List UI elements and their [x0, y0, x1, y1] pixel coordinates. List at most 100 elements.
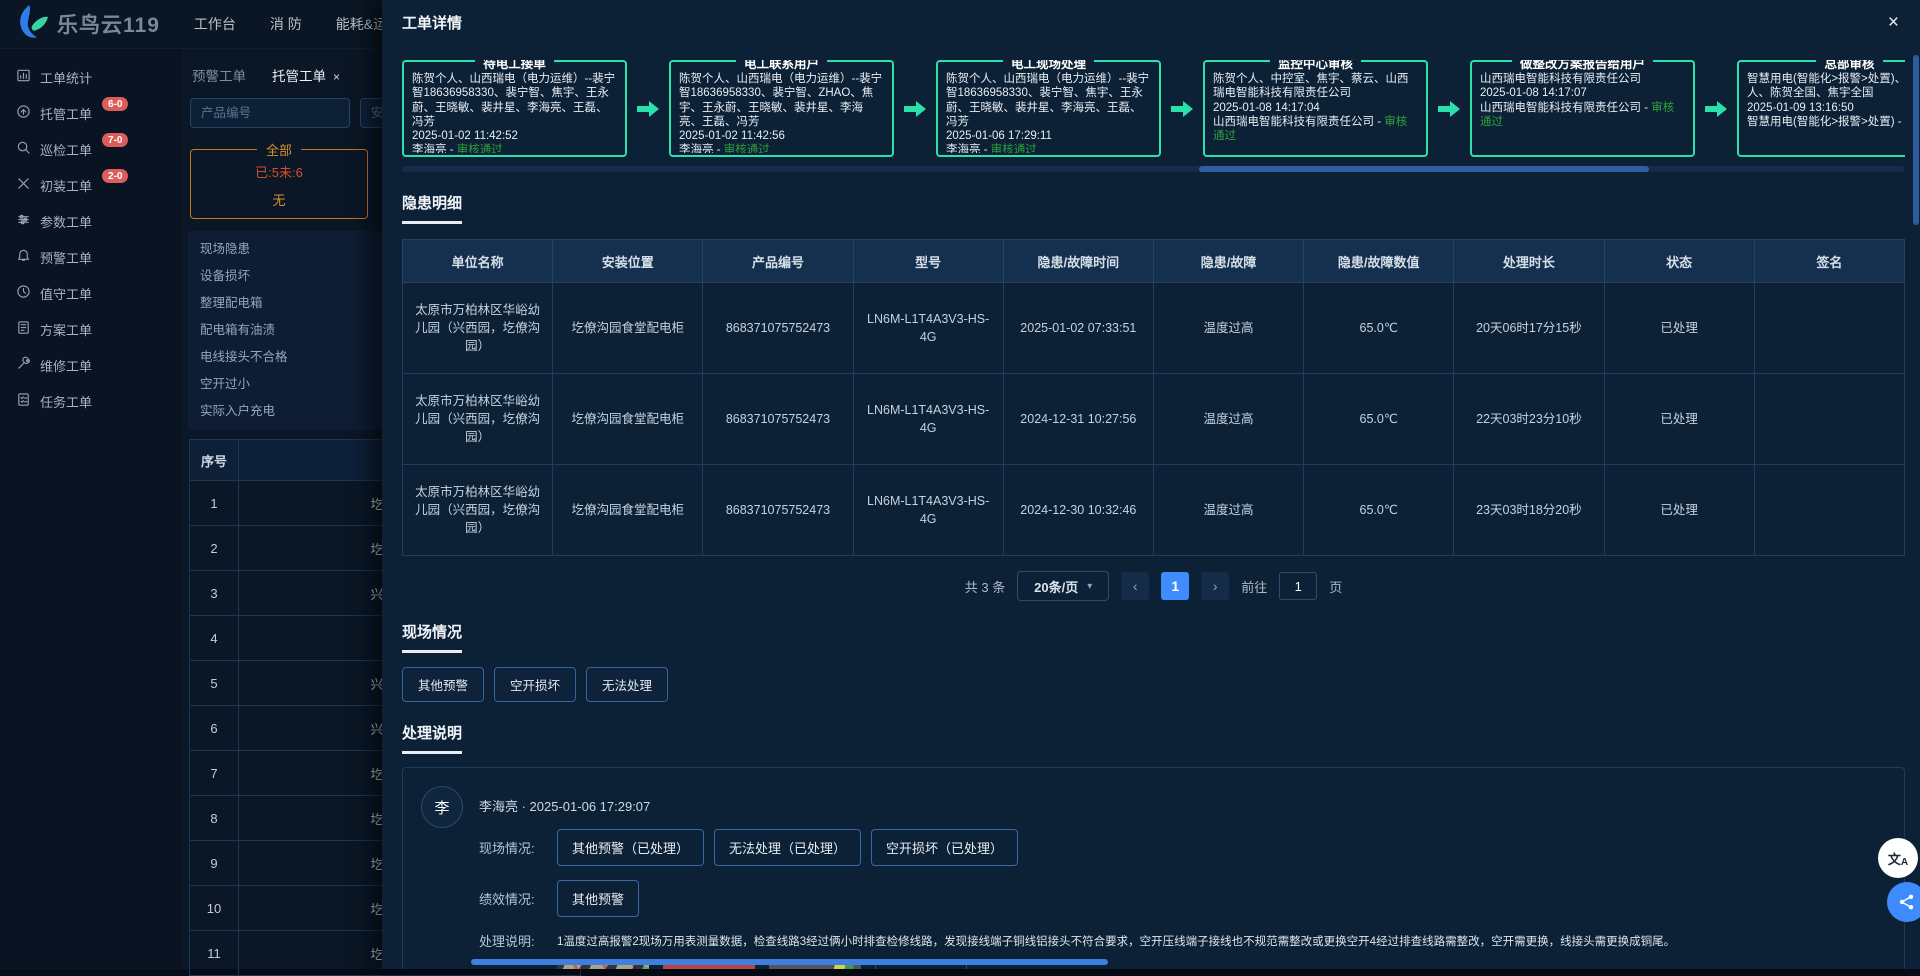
hazard-cell: 已处理 — [1604, 374, 1754, 465]
site-condition-chip[interactable]: 无法处理 — [586, 667, 668, 702]
workflow-step-review: 李海亮 - 审核通过 — [946, 143, 1151, 153]
group-cell: 9 — [190, 841, 239, 886]
workflow-scrollbar-thumb[interactable] — [1199, 166, 1650, 172]
tab-close-icon[interactable]: × — [333, 70, 340, 84]
workflow-step-review: 山西瑞电智能科技有限责任公司 - 审核通过 — [1213, 115, 1418, 144]
process-comment-card: 李 李海亮 · 2025-01-06 17:29:07 现场情况: 其他预警（已… — [402, 767, 1905, 969]
filter-counts: 已:5未:6 — [191, 162, 367, 181]
stats-icon — [16, 68, 31, 86]
sidebar-item-patrol[interactable]: 巡检工单7-0 — [0, 131, 182, 167]
sidebar-item-repair[interactable]: 维修工单 — [0, 347, 182, 383]
workflow-step-review: 山西瑞电智能科技有限责任公司 - 审核通过 — [1480, 101, 1685, 130]
sidebar-item-stats[interactable]: 工单统计 — [0, 59, 182, 95]
next-page-button[interactable]: › — [1201, 572, 1229, 600]
filter-box[interactable]: 全部 已:5未:6 无 — [190, 140, 368, 219]
arrow-right-icon — [1695, 60, 1737, 157]
sidebar-item-hosted[interactable]: 托管工单6-0 — [0, 95, 182, 131]
translate-icon: 文 — [1888, 849, 1901, 868]
hazard-cell — [1754, 465, 1904, 556]
sidebar-item-params[interactable]: 参数工单 — [0, 203, 182, 239]
workflow-step-title: 做整改方案报告给用户 — [1472, 60, 1693, 73]
hazard-cell: 23天03时18分20秒 — [1454, 465, 1604, 556]
hazard-column-header: 隐患/故障 — [1153, 240, 1303, 283]
current-page-button[interactable]: 1 — [1161, 572, 1189, 600]
sidebar-item-plan[interactable]: 方案工单 — [0, 311, 182, 347]
tab-预警工单[interactable]: 预警工单 — [192, 65, 246, 85]
workflow-step-body: 山西瑞电智能科技有限责任公司2025-01-08 14:17:07山西瑞电智能科… — [1480, 72, 1685, 153]
workflow-step-card: 监控中心审核陈贺个人、中控室、焦宇、蔡云、山西瑞电智能科技有限责任公司2025-… — [1203, 60, 1428, 157]
hazard-cell: 太原市万柏林区华峪幼儿园（兴西园，圪僚沟园） — [403, 283, 553, 374]
prev-page-button[interactable]: ‹ — [1121, 572, 1149, 600]
hazard-cell: 65.0℃ — [1304, 283, 1454, 374]
sidebar-item-task[interactable]: 任务工单 — [0, 383, 182, 419]
site-condition-chip[interactable]: 其他预警 — [402, 667, 484, 702]
sidebar-item-label: 维修工单 — [40, 356, 92, 375]
section-title-site: 现场情况 — [402, 621, 462, 653]
workflow-step-time: 2025-01-08 14:17:04 — [1213, 101, 1418, 115]
avatar: 李 — [421, 786, 463, 828]
product-code-input[interactable] — [190, 98, 350, 128]
section-title-process: 处理说明 — [402, 722, 462, 754]
repair-icon — [16, 356, 31, 374]
hazard-cell: 20天06时17分15秒 — [1454, 283, 1604, 374]
hazard-column-header: 安装位置 — [553, 240, 703, 283]
hazard-cell: 太原市万柏林区华峪幼儿园（兴西园，圪僚沟园） — [403, 374, 553, 465]
hazard-cell: LN6M-L1T4A3V3-HS-4G — [853, 283, 1003, 374]
workflow-step-body: 智慧用电(智能化>报警>处置)、陈贺个人、陈贺全国、焦宇全国2025-01-09… — [1747, 72, 1905, 153]
performance-label: 绩效情况: — [479, 889, 547, 908]
drawer-header: 工单详情 × — [402, 0, 1905, 44]
workflow-step-body: 陈贺个人、中控室、焦宇、蔡云、山西瑞电智能科技有限责任公司2025-01-08 … — [1213, 72, 1418, 153]
sidebar-item-label: 方案工单 — [40, 320, 92, 339]
process-note-label: 处理说明: — [479, 931, 547, 950]
sidebar-item-duty[interactable]: 值守工单 — [0, 275, 182, 311]
hazard-cell — [1754, 283, 1904, 374]
app-logo[interactable]: 乐鸟云119 — [14, 2, 160, 47]
goto-page-input[interactable] — [1279, 572, 1317, 600]
close-icon[interactable]: × — [1888, 13, 1899, 32]
comment-body: 李海亮 · 2025-01-06 17:29:07 现场情况: 其他预警（已处理… — [479, 786, 1886, 969]
table-row: 太原市万柏林区华峪幼儿园（兴西园，圪僚沟园）圪僚沟园食堂配电柜868371075… — [403, 283, 1905, 374]
workflow-step-title: 电工现场处理 — [938, 60, 1159, 73]
workflow-scrollbar-track — [402, 166, 1905, 172]
group-cell: 4 — [190, 616, 239, 661]
sidebar-item-alert[interactable]: 预警工单 — [0, 239, 182, 275]
group-column-header: 序号 — [190, 440, 239, 481]
hazard-column-header: 处理时长 — [1454, 240, 1604, 283]
site-condition-chip[interactable]: 空开损坏 — [494, 667, 576, 702]
arrow-right-icon — [1161, 60, 1203, 157]
arrow-right-icon — [627, 60, 669, 157]
hazard-cell: 2025-01-02 07:33:51 — [1003, 283, 1153, 374]
arrow-right-icon — [1428, 60, 1470, 157]
hazard-column-header: 签名 — [1754, 240, 1904, 283]
review-status: 审核通过 — [724, 144, 770, 153]
workflow-step-people: 陈贺个人、山西瑞电（电力运维）--裴宁智18636958330、裴宁智、焦宇、王… — [946, 72, 1151, 129]
sidebar-item-label: 预警工单 — [40, 248, 92, 267]
nav-item[interactable]: 消 防 — [270, 14, 302, 34]
comment-site-tag: 空开损坏（已处理） — [871, 829, 1018, 866]
workflow-step-title: 监控中心审核 — [1205, 60, 1426, 73]
workflow-step-title: 电工联系用户 — [671, 60, 892, 73]
drawer-vertical-scrollbar[interactable] — [1913, 55, 1919, 225]
group-cell: 2 — [190, 526, 239, 571]
duty-icon — [16, 284, 31, 302]
sidebar-item-label: 工单统计 — [40, 68, 92, 87]
pagination: 共 3 条 20条/页 ▾ ‹ 1 › 前往 页 — [402, 571, 1905, 601]
translate-button[interactable]: 文A — [1878, 838, 1918, 878]
workflow-step-body: 陈贺个人、山西瑞电（电力运维）--裴宁智18636958330、裴宁智、焦宇、王… — [412, 72, 617, 153]
workflow-step-people: 陈贺个人、山西瑞电（电力运维）--裴宁智18636958330、裴宁智、焦宇、王… — [412, 72, 617, 129]
share-button[interactable] — [1887, 882, 1920, 922]
page-size-select[interactable]: 20条/页 ▾ — [1017, 571, 1109, 601]
workflow-step-review: 李海亮 - 审核通过 — [412, 143, 617, 153]
group-cell: 10 — [190, 886, 239, 931]
group-cell: 7 — [190, 751, 239, 796]
sidebar-item-install[interactable]: 初装工单2-0 — [0, 167, 182, 203]
bottom-horizontal-scrollbar[interactable] — [471, 959, 1108, 965]
hazard-cell — [1754, 374, 1904, 465]
workflow-step-title: 待电工接单 — [404, 60, 625, 73]
arrow-right-icon — [894, 60, 936, 157]
tab-托管工单[interactable]: 托管工单× — [272, 65, 340, 85]
nav-item[interactable]: 工作台 — [194, 14, 236, 34]
sidebar-item-label: 任务工单 — [40, 392, 92, 411]
workflow-step-people: 智慧用电(智能化>报警>处置)、陈贺个人、陈贺全国、焦宇全国 — [1747, 72, 1905, 101]
pagination-total: 共 3 条 — [965, 577, 1005, 596]
